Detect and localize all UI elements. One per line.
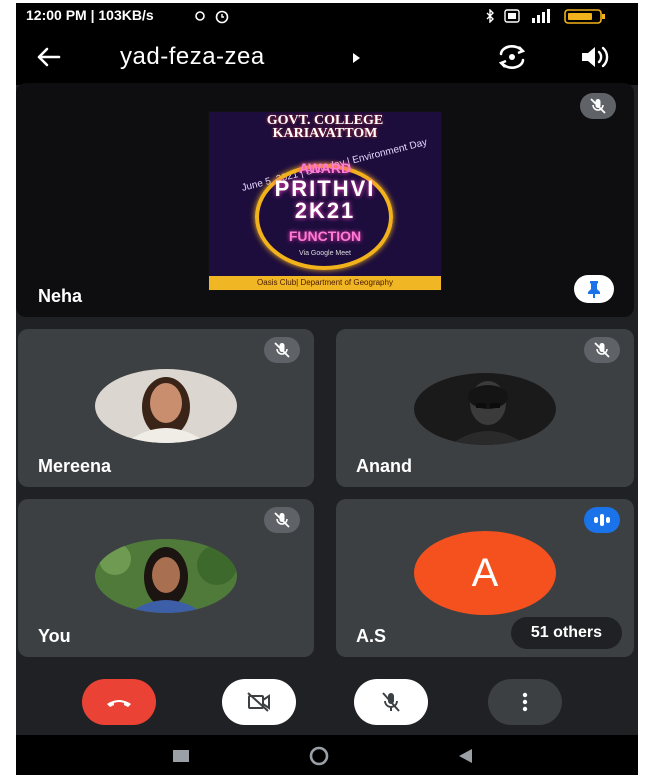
switch-camera-button[interactable] [492, 39, 532, 75]
more-options-button[interactable] [488, 679, 562, 725]
end-call-button[interactable] [82, 679, 156, 725]
participant-tile-you[interactable]: You [18, 499, 314, 657]
back-arrow-icon [37, 47, 61, 67]
alarm-icon [215, 10, 229, 24]
participant-tile-mereena[interactable]: Mereena [18, 329, 314, 487]
avatar-photo [95, 369, 237, 443]
participant-tile-anand[interactable]: Anand [336, 329, 634, 487]
video-off-icon [247, 692, 270, 712]
status-bar: 12:00 PM | 103KB/s [16, 3, 638, 29]
participant-name: You [38, 626, 71, 646]
home-icon[interactable] [308, 745, 330, 767]
sim-icon [504, 9, 520, 23]
muted-badge [264, 337, 300, 363]
poster-function: FUNCTION [288, 228, 362, 244]
bluetooth-icon [486, 9, 494, 23]
speaking-indicator [584, 507, 620, 533]
avatar-photo [95, 539, 237, 613]
poster-event: PRITHVI 2K21 [274, 176, 376, 223]
mic-off-icon [274, 342, 290, 358]
audio-output-button[interactable] [574, 39, 614, 75]
avatar-initial: A [414, 531, 556, 615]
recents-icon[interactable] [172, 749, 190, 763]
poster-college: GOVT. COLLEGE KARIAVATTOM [266, 113, 384, 141]
switch-camera-icon [498, 45, 526, 69]
avatar-initial-letter: A [471, 550, 499, 595]
chevron-right-icon[interactable] [351, 52, 361, 64]
signal-icon [532, 9, 550, 23]
participant-name: A.S [356, 626, 387, 646]
mic-toggle-button[interactable] [354, 679, 428, 725]
hang-up-icon [107, 700, 131, 707]
featured-participant-tile[interactable]: GOVT. COLLEGE KARIAVATTOM June 5, 2021 |… [16, 83, 634, 317]
back-button[interactable] [30, 41, 66, 73]
more-vert-icon [522, 692, 528, 712]
avatar-photo [414, 373, 556, 445]
mic-off-icon [382, 692, 400, 712]
mic-off-icon [594, 342, 610, 358]
participant-name: Mereena [38, 456, 112, 476]
muted-badge [580, 93, 616, 119]
mic-off-icon [590, 98, 606, 114]
avatar [414, 373, 556, 445]
participant-tile-as[interactable]: A A.S 51 others [336, 499, 634, 657]
mic-off-icon [274, 512, 290, 528]
audio-level-icon [594, 514, 610, 526]
shared-poster-image: GOVT. COLLEGE KARIAVATTOM June 5, 2021 |… [208, 111, 442, 291]
muted-badge [584, 337, 620, 363]
avatar [95, 369, 237, 443]
participant-name: Anand [356, 456, 412, 476]
settings-icon [195, 11, 205, 21]
speaker-icon [582, 46, 609, 68]
others-count-button[interactable]: 51 others [510, 617, 622, 649]
camera-toggle-button[interactable] [222, 679, 296, 725]
pin-icon [588, 281, 600, 298]
meeting-header: yad-feza-zea [16, 29, 638, 85]
back-nav-icon[interactable] [456, 747, 474, 765]
battery-icon [564, 9, 605, 24]
avatar [95, 539, 237, 613]
poster-via: Via Google Meet [298, 250, 351, 257]
poster-footer: Oasis Club| Department of Geography [209, 276, 441, 290]
muted-badge [264, 507, 300, 533]
status-time: 12:00 PM | 103KB/s [26, 7, 154, 23]
pin-button[interactable] [574, 275, 614, 303]
meeting-code[interactable]: yad-feza-zea [120, 43, 265, 71]
meet-app-screen: 12:00 PM | 103KB/s yad-feza-zea GOVT. CO… [16, 3, 638, 775]
participant-name: Neha [38, 286, 83, 306]
poster-award: AWARD [298, 160, 352, 176]
system-nav-bar [16, 735, 638, 775]
